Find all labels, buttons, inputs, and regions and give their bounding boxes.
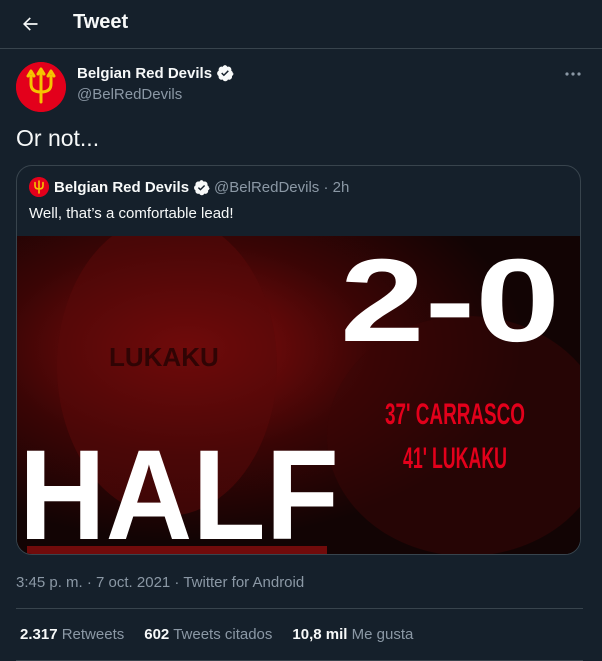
scorer-2-text: 41' LUKAKU bbox=[403, 442, 507, 475]
likes-stat[interactable]: 10,8 mil Me gusta bbox=[292, 626, 413, 643]
quoted-media-image[interactable]: LUKAKU 2-0 37' CARRASCO 41' LUKAKU HALF bbox=[17, 236, 580, 555]
author-name[interactable]: Belgian Red Devils bbox=[77, 64, 234, 82]
page-title: Tweet bbox=[73, 11, 129, 33]
trident-logo-icon bbox=[16, 62, 66, 112]
tweet-timestamp[interactable]: 3:45 p. m. · 7 oct. 2021 · Twitter for A… bbox=[16, 574, 304, 591]
quote-tweets-label: Tweets citados bbox=[173, 626, 273, 643]
back-button[interactable] bbox=[16, 10, 44, 38]
shirt-name-text: LUKAKU bbox=[109, 342, 219, 372]
quoted-handle-time: @BelRedDevils · 2h bbox=[214, 179, 350, 196]
halftime-graphic: LUKAKU 2-0 37' CARRASCO 41' LUKAKU HALF bbox=[17, 236, 580, 555]
top-bar: Tweet bbox=[0, 0, 602, 49]
quoted-tweet[interactable]: Belgian Red Devils @BelRedDevils · 2h We… bbox=[16, 165, 581, 555]
trident-logo-icon bbox=[29, 177, 49, 197]
author-name-text: Belgian Red Devils bbox=[77, 64, 213, 82]
retweets-count: 2.317 bbox=[20, 626, 58, 643]
half-text: HALF bbox=[19, 424, 339, 555]
tweet-text: Or not... bbox=[16, 125, 100, 151]
more-options-button[interactable] bbox=[562, 64, 584, 84]
author-handle[interactable]: @BelRedDevils bbox=[77, 86, 182, 103]
retweets-label: Retweets bbox=[61, 626, 125, 643]
more-horizontal-icon bbox=[565, 72, 581, 76]
engagement-stats: 2.317 Retweets 602 Tweets citados 10,8 m… bbox=[20, 626, 413, 643]
likes-count: 10,8 mil bbox=[292, 626, 348, 643]
avatar[interactable] bbox=[16, 62, 66, 112]
verified-badge-icon bbox=[217, 65, 234, 82]
arrow-left-icon bbox=[23, 17, 38, 31]
divider bbox=[16, 608, 583, 609]
quoted-author-name: Belgian Red Devils bbox=[54, 179, 190, 196]
scorer-1-text: 37' CARRASCO bbox=[385, 398, 525, 431]
quoted-header: Belgian Red Devils @BelRedDevils · 2h bbox=[54, 179, 349, 196]
score-text: 2-0 bbox=[340, 236, 560, 367]
retweets-stat[interactable]: 2.317 Retweets bbox=[20, 626, 124, 643]
quote-tweets-count: 602 bbox=[144, 626, 170, 643]
quoted-avatar bbox=[29, 177, 49, 197]
quote-tweets-stat[interactable]: 602 Tweets citados bbox=[144, 626, 272, 643]
likes-label: Me gusta bbox=[351, 626, 414, 643]
quoted-text: Well, that’s a comfortable lead! bbox=[29, 205, 234, 222]
verified-badge-icon bbox=[194, 180, 210, 196]
